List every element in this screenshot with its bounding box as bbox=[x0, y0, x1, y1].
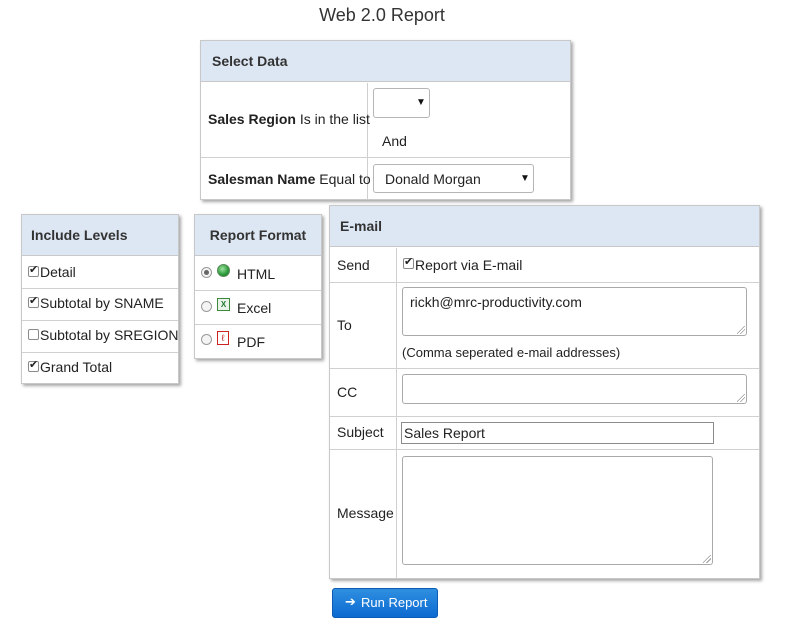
sales-region-label: Sales Region Is in the list bbox=[208, 111, 370, 127]
subtotal-sregion-checkbox[interactable] bbox=[28, 329, 39, 340]
pdf-icon: ℓ bbox=[217, 331, 229, 345]
subject-label: Subject bbox=[337, 424, 384, 440]
html-globe-icon bbox=[217, 264, 230, 277]
select-data-heading: Select Data bbox=[201, 41, 570, 82]
include-levels-heading: Include Levels bbox=[22, 215, 178, 256]
resize-handle-icon[interactable] bbox=[737, 326, 745, 334]
detail-checkbox[interactable] bbox=[28, 263, 39, 277]
resize-handle-icon[interactable] bbox=[703, 555, 711, 563]
message-field[interactable] bbox=[402, 456, 713, 565]
report-format-panel: Report Format HTML X Excel ℓ PDF bbox=[194, 214, 322, 359]
salesman-name-operator: Equal to bbox=[319, 171, 371, 187]
send-label: Send bbox=[337, 257, 370, 273]
cc-field[interactable] bbox=[402, 374, 747, 404]
run-report-button[interactable]: ➔ Run Report bbox=[332, 588, 438, 618]
email-heading: E-mail bbox=[330, 206, 759, 247]
excel-radio[interactable] bbox=[201, 301, 212, 312]
chevron-down-icon: ▼ bbox=[416, 97, 426, 108]
salesman-name-label: Salesman Name Equal to bbox=[208, 171, 371, 187]
subject-field[interactable]: Sales Report bbox=[401, 422, 714, 444]
send-email-checkbox[interactable] bbox=[403, 255, 414, 269]
to-field[interactable]: rickh@mrc-productivity.com bbox=[402, 287, 747, 336]
send-email-checkbox-label: Report via E-mail bbox=[415, 257, 523, 273]
chevron-down-icon: ▼ bbox=[520, 173, 530, 184]
arrow-right-icon: ➔ bbox=[345, 595, 356, 610]
page-title: Web 2.0 Report bbox=[319, 5, 445, 25]
detail-label: Detail bbox=[40, 264, 76, 280]
subtotal-sregion-label: Subtotal by SREGION bbox=[40, 327, 179, 343]
select-data-panel: Select Data Sales Region Is in the list … bbox=[200, 40, 571, 200]
excel-label: Excel bbox=[237, 300, 272, 316]
sales-region-select[interactable]: ▼ bbox=[373, 88, 430, 118]
excel-icon: X bbox=[217, 298, 230, 311]
pdf-radio[interactable] bbox=[201, 334, 212, 345]
include-levels-panel: Include Levels Detail Subtotal by SNAME … bbox=[21, 214, 179, 384]
grand-total-label: Grand Total bbox=[40, 359, 113, 375]
email-panel: E-mail Send Report via E-mail To rickh@m… bbox=[329, 205, 760, 579]
resize-handle-icon[interactable] bbox=[737, 394, 745, 402]
subtotal-sname-checkbox[interactable] bbox=[28, 294, 39, 308]
cc-label: CC bbox=[337, 384, 358, 400]
to-label: To bbox=[337, 317, 352, 333]
subtotal-sname-label: Subtotal by SNAME bbox=[40, 295, 164, 311]
sales-region-operator: Is in the list bbox=[299, 111, 370, 127]
html-label: HTML bbox=[237, 266, 276, 282]
pdf-label: PDF bbox=[237, 334, 265, 350]
salesman-name-field: Salesman Name bbox=[208, 171, 316, 187]
html-radio[interactable] bbox=[201, 267, 212, 278]
report-format-heading: Report Format bbox=[195, 215, 321, 256]
message-label: Message bbox=[337, 505, 394, 521]
conjunction-label: And bbox=[382, 133, 407, 149]
grand-total-checkbox[interactable] bbox=[28, 358, 39, 372]
sales-region-field: Sales Region bbox=[208, 111, 296, 127]
to-hint: (Comma seperated e-mail addresses) bbox=[402, 345, 621, 360]
salesman-name-select[interactable]: Donald Morgan ▼ bbox=[373, 164, 534, 193]
